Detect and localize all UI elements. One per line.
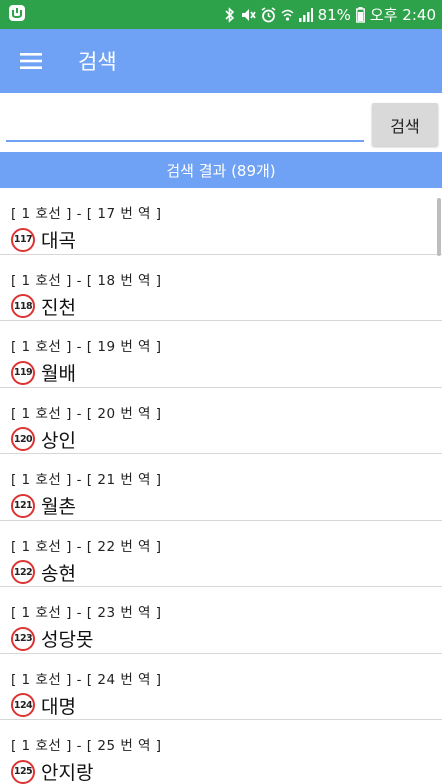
station-name: 대곡 xyxy=(41,230,76,252)
wifi-icon xyxy=(281,7,294,23)
status-left xyxy=(8,4,26,26)
list-item[interactable]: [ 1 호선 ] - [ 23 번 역 ] 123 성당못 xyxy=(0,587,442,654)
line-station-info: [ 1 호선 ] - [ 25 번 역 ] xyxy=(11,738,162,754)
app-title: 검색 xyxy=(78,50,117,74)
item-main: 124 대명 xyxy=(11,692,442,719)
station-name: 대명 xyxy=(41,695,76,718)
line-station-info: [ 1 호선 ] - [ 22 번 역 ] xyxy=(11,538,162,555)
list-item[interactable]: [ 1 호선 ] - [ 25 번 역 ] 125 안지랑 xyxy=(0,720,442,784)
list-item[interactable]: [ 1 호선 ] - [ 22 번 역 ] 122 송현 xyxy=(0,521,442,587)
station-number-badge: 120 xyxy=(11,427,35,451)
search-input[interactable] xyxy=(6,104,364,142)
line-station-info: [ 1 호선 ] - [ 17 번 역 ] xyxy=(11,206,162,222)
station-number-badge: 125 xyxy=(11,759,35,784)
list-item[interactable]: [ 1 호선 ] - [ 24 번 역 ] 124 대명 xyxy=(0,654,442,720)
battery-icon xyxy=(356,6,365,23)
status-time: 오후 2:40 xyxy=(369,6,436,24)
list-item[interactable]: [ 1 호선 ] - [ 21 번 역 ] 121 월촌 xyxy=(0,454,442,521)
search-button[interactable]: 검색 xyxy=(372,103,438,146)
item-main: 122 송현 xyxy=(11,559,442,586)
line-station-info: [ 1 호선 ] - [ 20 번 역 ] xyxy=(11,405,162,422)
list-scrollbar[interactable] xyxy=(437,198,441,256)
result-count-header: 검색 결과 (89개) xyxy=(0,152,442,188)
status-right: 81% 오후 2:40 xyxy=(225,4,436,25)
station-number-badge: 118 xyxy=(11,294,35,318)
line-station-info: [ 1 호선 ] - [ 21 번 역 ] xyxy=(11,472,162,488)
station-name: 안지랑 xyxy=(41,762,94,784)
item-main: 120 상인 xyxy=(11,426,442,453)
app-notification-icon xyxy=(8,4,26,26)
line-station-info: [ 1 호선 ] - [ 18 번 역 ] xyxy=(11,272,162,289)
list-item[interactable]: [ 1 호선 ] - [ 19 번 역 ] 119 월배 xyxy=(0,321,442,388)
line-station-info: [ 1 호선 ] - [ 19 번 역 ] xyxy=(11,339,162,355)
station-number-badge: 121 xyxy=(11,493,35,518)
result-list[interactable]: [ 1 호선 ] - [ 17 번 역 ] 117 대곡 [ 1 호선 ] - … xyxy=(0,188,442,784)
station-number-badge: 117 xyxy=(11,227,35,252)
list-item[interactable]: [ 1 호선 ] - [ 17 번 역 ] 117 대곡 xyxy=(0,188,442,255)
line-station-info: [ 1 호선 ] - [ 23 번 역 ] xyxy=(11,605,162,621)
mute-icon xyxy=(240,7,256,23)
station-name: 성당못 xyxy=(41,629,94,651)
item-main: 118 진천 xyxy=(11,293,442,320)
station-name: 월배 xyxy=(41,363,76,385)
item-main: 117 대곡 xyxy=(11,226,442,253)
station-number-badge: 119 xyxy=(11,360,35,385)
list-item[interactable]: [ 1 호선 ] - [ 20 번 역 ] 120 상인 xyxy=(0,388,442,454)
app-bar: 검색 xyxy=(0,29,442,93)
station-name: 진천 xyxy=(41,296,76,319)
station-name: 송현 xyxy=(41,562,76,585)
bluetooth-icon xyxy=(225,6,235,23)
item-main: 125 안지랑 xyxy=(11,758,442,784)
list-item[interactable]: [ 1 호선 ] - [ 18 번 역 ] 118 진천 xyxy=(0,255,442,321)
line-station-info: [ 1 호선 ] - [ 24 번 역 ] xyxy=(11,671,162,688)
station-number-badge: 123 xyxy=(11,626,35,651)
status-bar: 81% 오후 2:40 xyxy=(0,0,442,29)
item-main: 123 성당못 xyxy=(11,625,442,652)
hamburger-menu-icon[interactable] xyxy=(0,29,62,93)
station-number-badge: 124 xyxy=(11,693,35,717)
signal-icon xyxy=(298,7,313,22)
item-main: 119 월배 xyxy=(11,359,442,386)
item-main: 121 월촌 xyxy=(11,492,442,519)
station-name: 월촌 xyxy=(41,496,76,518)
station-name: 상인 xyxy=(41,429,76,452)
battery-percent: 81% xyxy=(317,5,351,24)
alarm-icon xyxy=(261,6,276,23)
station-number-badge: 122 xyxy=(11,560,35,584)
